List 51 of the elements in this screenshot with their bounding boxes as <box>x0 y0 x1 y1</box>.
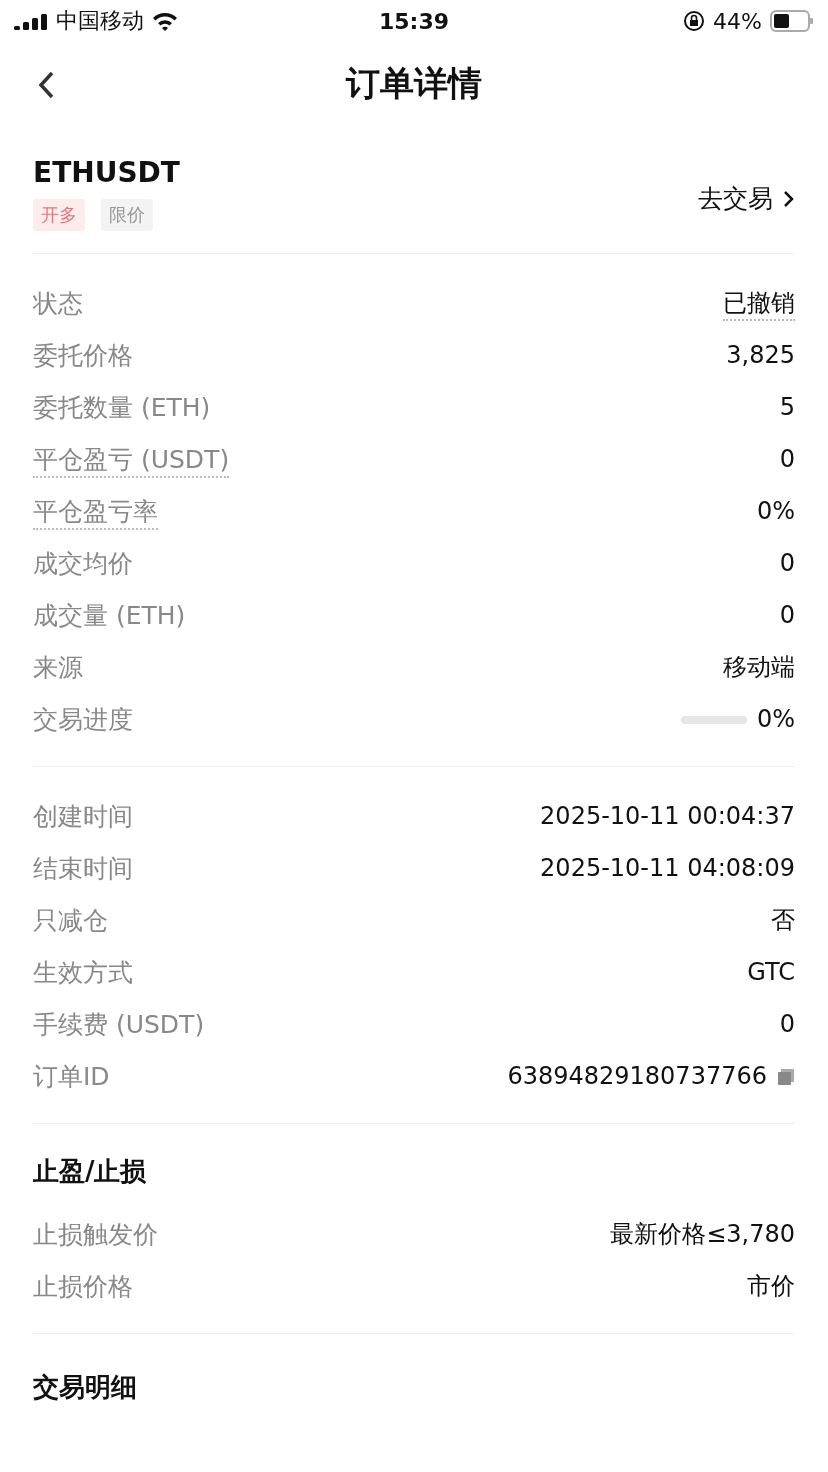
detail-value: 2025-10-11 04:08:09 <box>540 854 795 884</box>
symbol-name: ETHUSDT <box>33 156 180 189</box>
detail-value: 移动端 <box>723 652 795 683</box>
detail-value: 0 <box>779 549 795 579</box>
detail-label: 止损触发价 <box>33 1218 158 1251</box>
detail-value: 0 <box>779 445 795 475</box>
detail-label: 手续费 (USDT) <box>33 1008 205 1041</box>
detail-label: 状态 <box>33 287 83 320</box>
carrier-name: 中国移动 <box>56 7 144 35</box>
detail-label: 委托数量 (ETH) <box>33 391 211 424</box>
page-title: 订单详情 <box>346 62 482 105</box>
detail-label: 交易进度 <box>33 703 133 736</box>
detail-value: 最新价格≤3,780 <box>610 1219 795 1250</box>
copy-icon[interactable] <box>777 1068 795 1086</box>
detail-label: 来源 <box>33 651 83 684</box>
detail-label: 只减仓 <box>33 904 108 937</box>
section-title: 止盈/止损 <box>33 1155 148 1188</box>
detail-value: 63894829180737766 <box>507 1062 767 1092</box>
detail-label: 止损价格 <box>33 1270 133 1303</box>
detail-value: 市价 <box>747 1271 795 1302</box>
detail-label: 结束时间 <box>33 852 133 885</box>
battery-icon <box>770 10 814 32</box>
detail-value: 0% <box>756 705 795 735</box>
detail-label: 成交均价 <box>33 547 133 580</box>
wifi-icon <box>152 11 178 31</box>
detail-value: 3,825 <box>726 341 795 371</box>
detail-label: 平仓盈亏率 <box>33 494 158 530</box>
chevron-icon <box>783 188 795 209</box>
order-tag: 开多 <box>33 199 85 231</box>
detail-value: 0% <box>756 497 795 527</box>
detail-label: 生效方式 <box>33 956 133 989</box>
trade-link[interactable]: 去交易 <box>698 182 795 215</box>
detail-label: 创建时间 <box>33 800 133 833</box>
detail-value: 否 <box>771 905 795 936</box>
detail-label: 订单ID <box>33 1060 110 1093</box>
detail-label: 成交量 (ETH) <box>33 599 186 632</box>
detail-label: 平仓盈亏 (USDT) <box>33 442 230 478</box>
back-icon[interactable] <box>36 70 56 100</box>
section-title: 交易明细 <box>33 1371 138 1404</box>
signal-icon <box>14 12 48 30</box>
detail-value: 已撤销 <box>723 287 795 321</box>
battery-percent: 44% <box>713 8 762 34</box>
clock-time: 15:39 <box>379 8 449 34</box>
order-tag: 限价 <box>101 199 153 231</box>
detail-value: GTC <box>747 958 795 988</box>
detail-value: 5 <box>779 393 795 423</box>
detail-value: 0 <box>779 1010 795 1040</box>
detail-label: 委托价格 <box>33 339 133 372</box>
detail-value: 0 <box>779 601 795 631</box>
rotation-lock-icon <box>683 10 706 32</box>
detail-value: 2025-10-11 00:04:37 <box>540 802 795 832</box>
